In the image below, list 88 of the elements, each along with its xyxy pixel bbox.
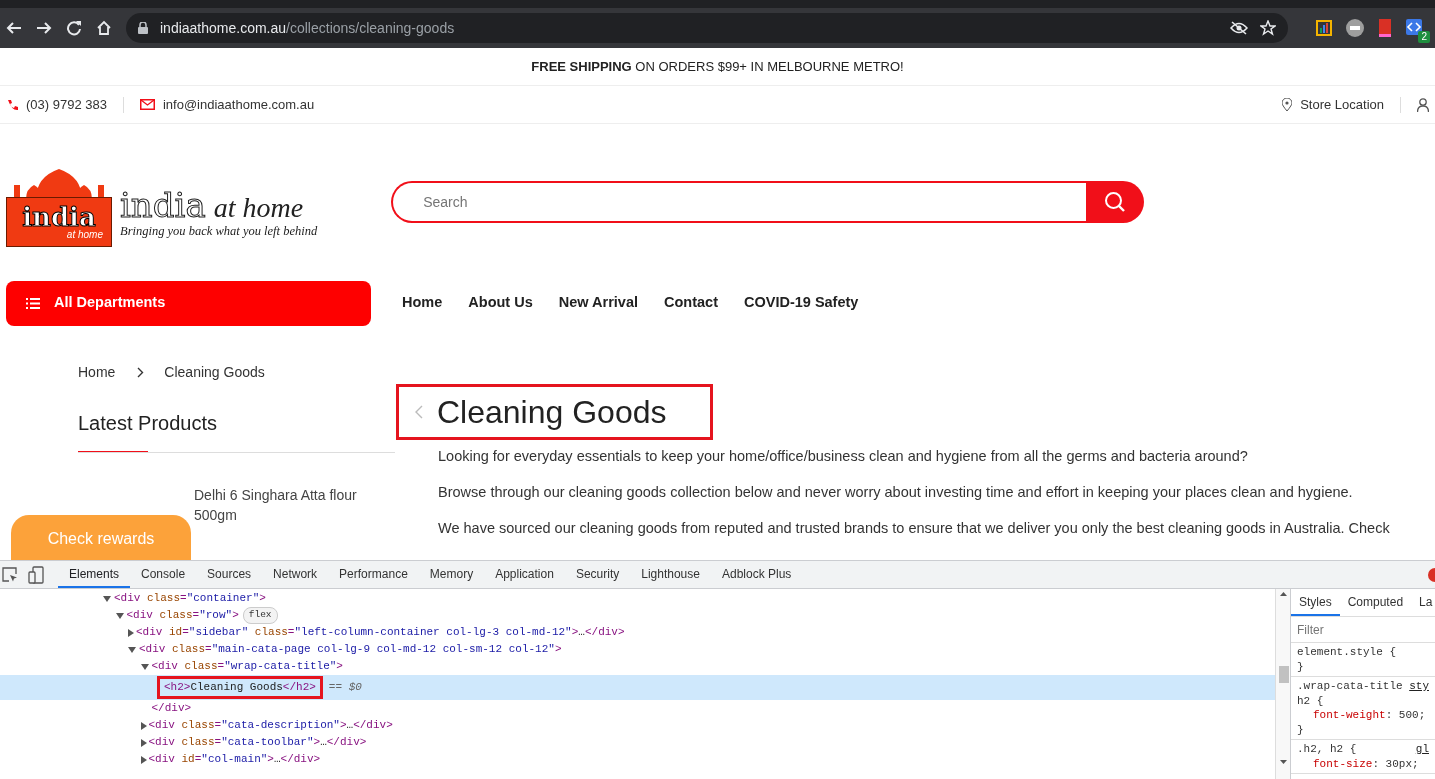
forward-icon[interactable] xyxy=(36,20,52,36)
category-title: Cleaning Goods xyxy=(437,393,667,432)
logo-tagline: Bringing you back what you left behind xyxy=(120,222,318,240)
search-icon xyxy=(1104,191,1127,213)
expand-arrow-icon[interactable] xyxy=(140,721,147,730)
dom-node[interactable]: <div class="main-cata-page col-lg-9 col-md-12 col-sm-12 col-12"> xyxy=(139,641,562,658)
devtools-tab[interactable]: Application xyxy=(484,561,565,588)
logo-wordmark-suffix: at home xyxy=(213,193,304,222)
logo-emblem-subtitle: at home xyxy=(66,230,103,240)
scrollbar-thumb[interactable] xyxy=(1279,666,1289,683)
reload-icon[interactable] xyxy=(66,20,82,36)
css-declaration: font-size: 30px; xyxy=(1312,756,1420,771)
product-link[interactable]: Delhi 6 Singhara Atta flour 500gm xyxy=(194,486,384,526)
styles-pane-tab[interactable]: La xyxy=(1411,589,1435,616)
expand-arrow-icon[interactable] xyxy=(103,595,111,602)
dom-node[interactable]: </div> xyxy=(151,700,192,717)
expand-arrow-icon[interactable] xyxy=(140,755,147,764)
menu-icon xyxy=(26,297,40,309)
adblock-icon[interactable] xyxy=(1346,19,1364,37)
home-icon[interactable] xyxy=(96,20,112,36)
category-description: We have sourced our cleaning goods from reputed and trusted brands to ensure that we deliver you only the best cleaning goods in Australia. Check xyxy=(438,518,1391,538)
email-link[interactable]: info@indiaathome.com.au xyxy=(162,94,315,115)
search-field[interactable]: Search xyxy=(391,181,1087,223)
breadcrumb-link[interactable]: Home xyxy=(78,361,116,383)
all-departments-button[interactable]: All Departments xyxy=(6,280,371,326)
expand-arrow-icon[interactable] xyxy=(128,646,136,653)
search-button[interactable] xyxy=(1086,181,1145,223)
user-icon[interactable] xyxy=(1417,97,1429,112)
category-description: Looking for everyday essentials to keep your home/office/business clean and hygiene from all the germs and bacteria around? xyxy=(438,447,1249,467)
store-location-link[interactable]: Store Location xyxy=(1300,94,1384,115)
devtools-tab[interactable]: Network xyxy=(262,561,329,588)
css-selector: element.style { xyxy=(1297,645,1397,660)
devtools-tab[interactable]: Adblock Plus xyxy=(710,561,803,588)
css-brace: } xyxy=(1297,722,1305,737)
flex-badge[interactable]: flex xyxy=(242,607,278,624)
devtools-tab[interactable]: Performance xyxy=(328,561,419,588)
devtools-tab[interactable]: Memory xyxy=(418,561,485,588)
eye-slash-icon[interactable] xyxy=(1230,21,1248,35)
devtools-tab[interactable]: Console xyxy=(130,561,197,588)
nav-link[interactable]: Contact xyxy=(664,292,718,314)
phone-number: (03) 9792 383 xyxy=(26,95,107,114)
nav-link[interactable]: COVID-19 Safety xyxy=(743,292,859,314)
book-icon[interactable] xyxy=(1378,19,1392,37)
expand-arrow-icon[interactable] xyxy=(140,663,149,670)
extension-count-badge: 2 xyxy=(1418,31,1430,43)
dom-node[interactable]: <div id="sidebar" class="left-column-container col-lg-3 col-md-12">…</div> xyxy=(136,624,625,641)
category-description: Browse through our cleaning goods collection below and never worry about investing time and effort in keeping your places clean and hygiene. xyxy=(438,483,1354,503)
error-icon xyxy=(1427,566,1435,583)
nav-link[interactable]: Home xyxy=(402,292,443,314)
devtools-tab[interactable]: Lighthouse xyxy=(630,561,711,588)
expand-arrow-icon[interactable] xyxy=(140,738,147,747)
code-extension-icon[interactable] xyxy=(1406,19,1424,37)
styles-pane-tab[interactable]: Computed xyxy=(1339,589,1412,616)
expand-arrow-icon[interactable] xyxy=(128,628,134,637)
expand-arrow-icon[interactable] xyxy=(115,612,124,619)
breadcrumb-current: Cleaning Goods xyxy=(164,362,265,382)
chevron-right-icon xyxy=(137,366,145,378)
dom-node[interactable]: <div id="col-main">…</div> xyxy=(148,751,321,768)
back-icon[interactable] xyxy=(6,20,22,36)
star-icon[interactable] xyxy=(1260,20,1276,36)
css-declaration: font-weight: 500; xyxy=(1312,708,1427,723)
device-toolbar-icon[interactable] xyxy=(28,565,44,584)
lock-icon xyxy=(138,22,148,34)
css-brace: } xyxy=(1297,659,1305,674)
dom-node[interactable]: <div class="cata-description">…</div> xyxy=(148,717,393,734)
phone-icon xyxy=(6,98,18,111)
stylesheet-link[interactable]: sty xyxy=(1409,679,1429,694)
selected-node-note: == $0 xyxy=(328,680,362,696)
devtools-tab[interactable]: Sources xyxy=(196,561,263,588)
dom-node[interactable]: <div class="cata-toolbar">…</div> xyxy=(148,734,367,751)
nav-link[interactable]: About Us xyxy=(468,292,533,314)
mail-icon xyxy=(139,99,155,110)
dom-node[interactable]: <h2>Cleaning Goods</h2> xyxy=(164,679,316,696)
inspect-icon[interactable] xyxy=(2,566,18,583)
stylesheet-link[interactable]: gl xyxy=(1415,742,1429,757)
logo-emblem-word: india xyxy=(22,204,96,230)
nav-link[interactable]: New Arrival xyxy=(558,292,638,314)
announcement-text: FREE SHIPPING ON ORDERS $99+ IN MELBOURNE METRO! xyxy=(0,48,1435,86)
location-pin-icon xyxy=(1282,97,1293,112)
dom-node[interactable]: <div class="wrap-cata-title"> xyxy=(151,658,343,675)
css-selector: .h2, h2 { xyxy=(1297,742,1357,757)
dom-node[interactable]: <div class="row"> xyxy=(126,607,239,624)
dom-node[interactable]: <div class="container"> xyxy=(114,590,266,607)
css-selector: .wrap-cata-title h2 { xyxy=(1297,679,1404,708)
devtools-tab[interactable]: Elements xyxy=(58,561,131,588)
extension-icon[interactable] xyxy=(1316,20,1332,36)
logo-wordmark: india xyxy=(120,187,206,222)
devtools-tab[interactable]: Security xyxy=(564,561,631,588)
